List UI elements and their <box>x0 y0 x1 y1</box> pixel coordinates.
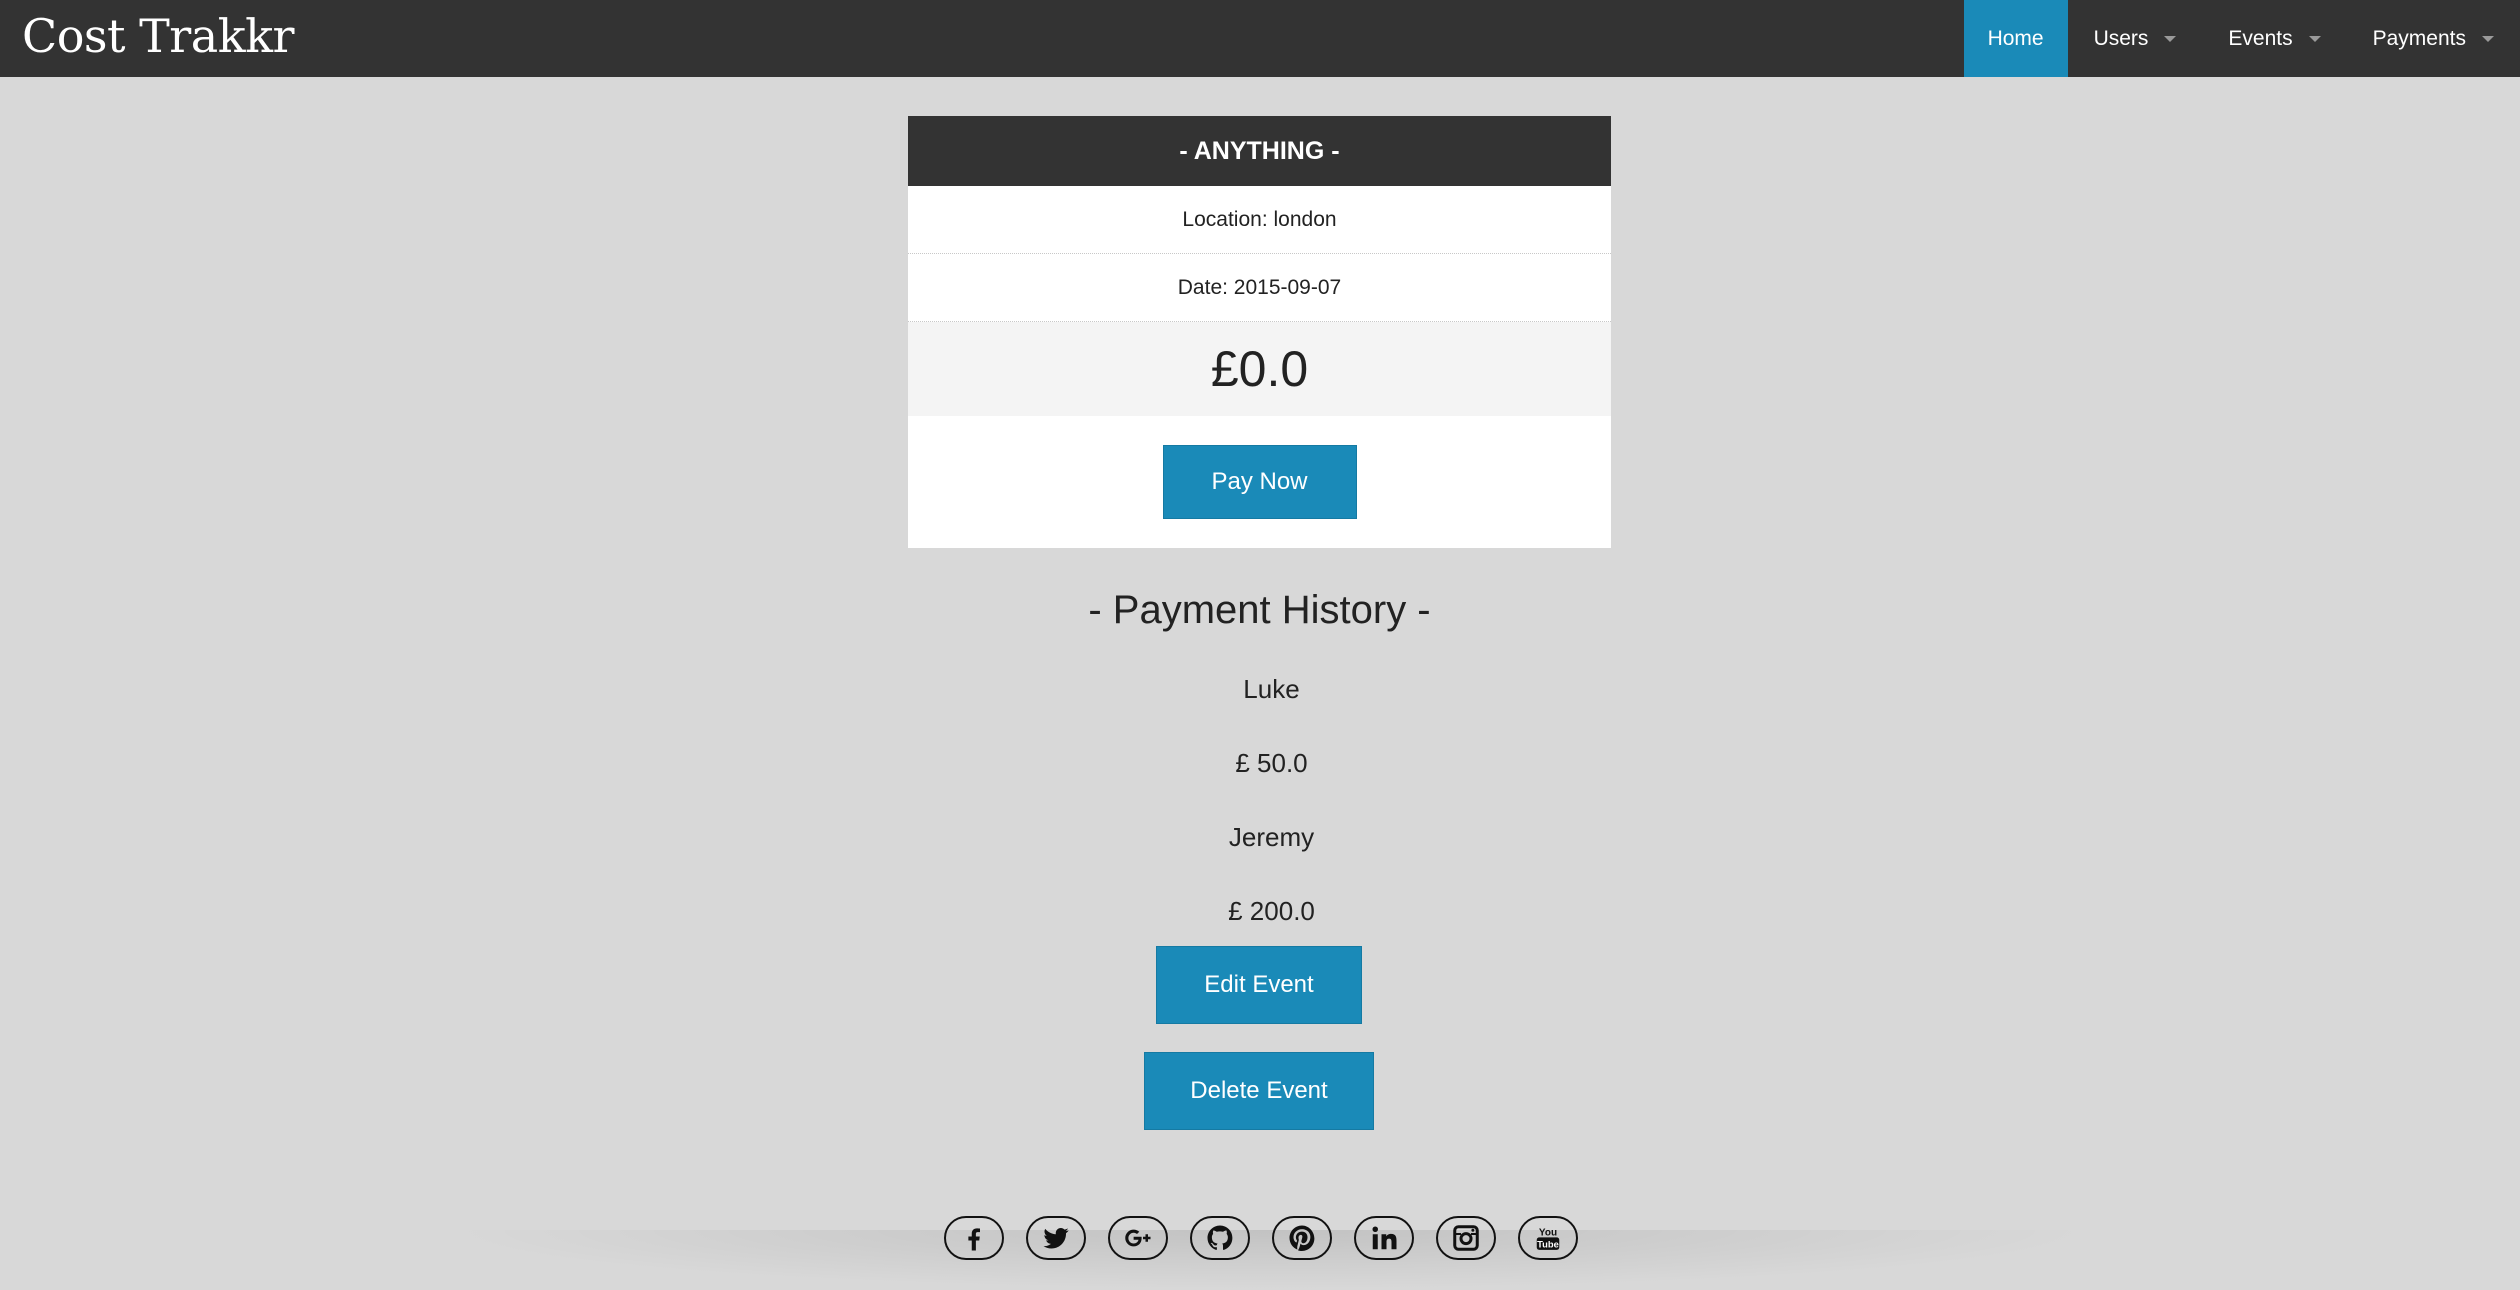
payment-history-title: - Payment History - <box>1088 588 1431 632</box>
top-navbar: Cost Trakkr Home Users Events Payments <box>0 0 2520 77</box>
linkedin-icon[interactable] <box>1354 1216 1414 1260</box>
payment-amount: £ 200.0 <box>1228 895 1315 926</box>
youtube-icon[interactable]: You Tube <box>1518 1216 1578 1260</box>
payment-payer-name: Jeremy <box>1228 821 1315 852</box>
pinterest-icon[interactable] <box>1272 1216 1332 1260</box>
github-icon[interactable] <box>1190 1216 1250 1260</box>
facebook-icon[interactable] <box>944 1216 1004 1260</box>
svg-text:Tube: Tube <box>1537 1239 1559 1249</box>
nav-home-label: Home <box>1987 27 2044 50</box>
nav-users-dropdown[interactable]: Users <box>2068 0 2203 77</box>
payment-history-list: Luke £ 50.0 Jeremy £ 200.0 <box>908 652 1635 948</box>
chevron-down-icon <box>2482 35 2494 42</box>
social-links: You Tube <box>944 1216 1578 1260</box>
event-card-actions: Pay Now <box>908 416 1611 548</box>
event-card: - ANYTHING - Location: london Date: 2015… <box>908 116 1611 548</box>
brand-logo[interactable]: Cost Trakkr <box>22 0 294 77</box>
google-plus-icon[interactable] <box>1108 1216 1168 1260</box>
main-nav: Home Users Events Payments <box>1963 0 2520 77</box>
nav-events-dropdown[interactable]: Events <box>2202 0 2346 77</box>
edit-event-button[interactable]: Edit Event <box>1156 946 1362 1024</box>
chevron-down-icon <box>2308 35 2321 42</box>
payment-amount: £ 50.0 <box>1235 747 1308 778</box>
event-title: - ANYTHING - <box>908 116 1611 186</box>
event-date: Date: 2015-09-07 <box>908 254 1611 322</box>
event-amount: £0.0 <box>908 322 1611 416</box>
nav-users-label: Users <box>2093 27 2149 50</box>
chevron-down-icon <box>2164 35 2177 42</box>
svg-text:You: You <box>1539 1228 1557 1239</box>
event-location: Location: london <box>908 186 1611 254</box>
instagram-icon[interactable] <box>1436 1216 1496 1260</box>
twitter-icon[interactable] <box>1026 1216 1086 1260</box>
nav-events-label: Events <box>2228 27 2293 50</box>
nav-home[interactable]: Home <box>1963 0 2068 77</box>
pay-now-button[interactable]: Pay Now <box>1162 445 1357 519</box>
delete-event-button[interactable]: Delete Event <box>1144 1052 1374 1130</box>
nav-payments-label: Payments <box>2372 27 2466 50</box>
nav-payments-dropdown[interactable]: Payments <box>2347 0 2520 77</box>
payment-payer-name: Luke <box>1243 673 1300 704</box>
